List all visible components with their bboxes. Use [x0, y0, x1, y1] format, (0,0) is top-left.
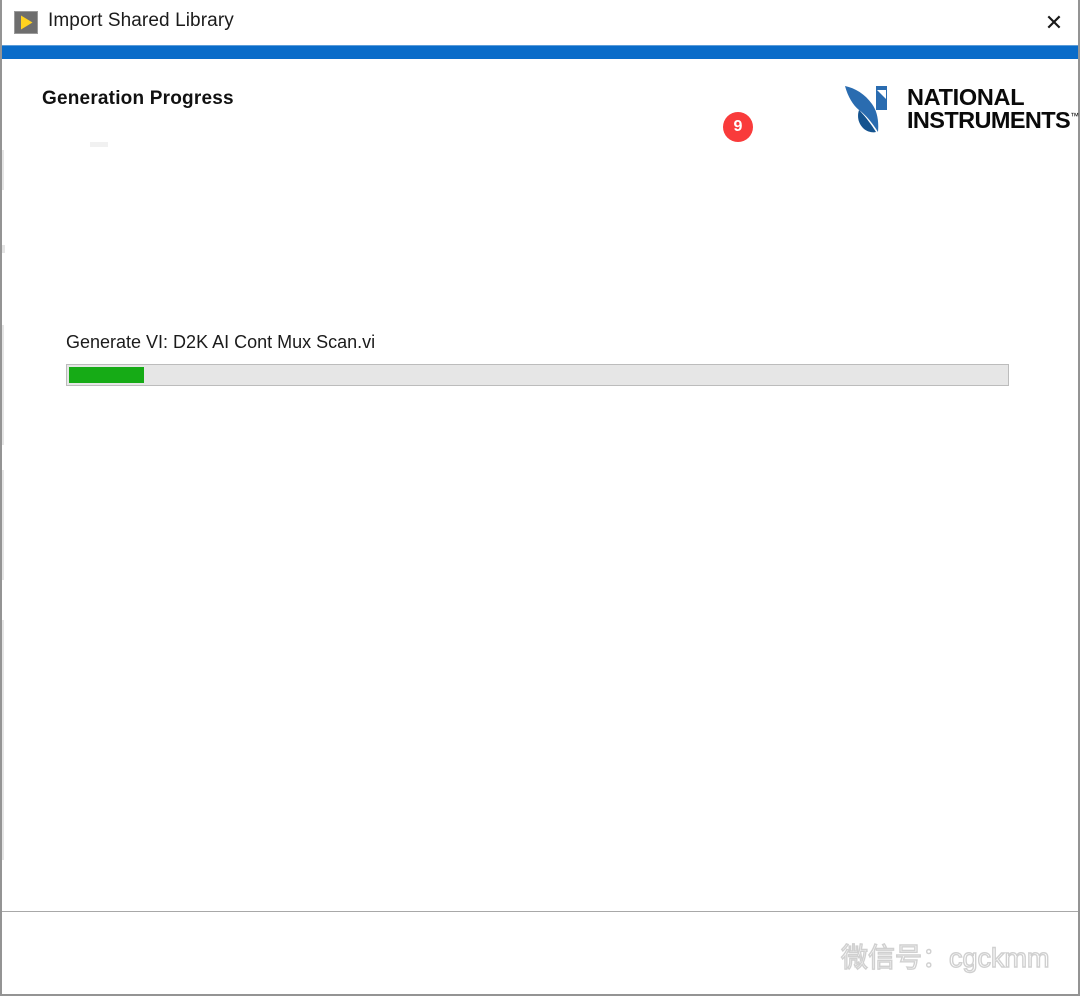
progress-bar-fill [69, 367, 144, 383]
edge-artifact [2, 150, 4, 190]
edge-artifact [2, 245, 5, 253]
window-title: Import Shared Library [48, 10, 234, 32]
title-bar: Import Shared Library ✕ [2, 0, 1078, 45]
national-instruments-logo: NATIONAL INSTRUMENTS™ [843, 78, 1058, 140]
progress-bar [66, 364, 1009, 386]
ni-wordmark: NATIONAL INSTRUMENTS™ [907, 86, 1079, 131]
accent-bar [2, 45, 1078, 59]
edge-artifact [2, 620, 4, 860]
close-glyph: ✕ [1045, 12, 1063, 34]
progress-status-text: Generate VI: D2K AI Cont Mux Scan.vi [66, 332, 375, 353]
ni-wordmark-line1: NATIONAL [907, 86, 1079, 109]
page-title: Generation Progress [42, 88, 234, 110]
step-badge: 9 [723, 112, 753, 142]
edge-artifact [90, 142, 108, 147]
edge-artifact [2, 470, 4, 580]
labview-run-arrow-icon [14, 11, 38, 34]
ni-wordmark-line2: INSTRUMENTS™ [907, 109, 1079, 132]
edge-artifact [2, 325, 4, 445]
close-icon[interactable]: ✕ [1030, 0, 1078, 45]
footer: Back Next Cancel Help [2, 912, 1078, 994]
ni-eagle-icon [843, 80, 905, 138]
import-shared-library-window: Import Shared Library ✕ Generation Progr… [0, 0, 1080, 996]
